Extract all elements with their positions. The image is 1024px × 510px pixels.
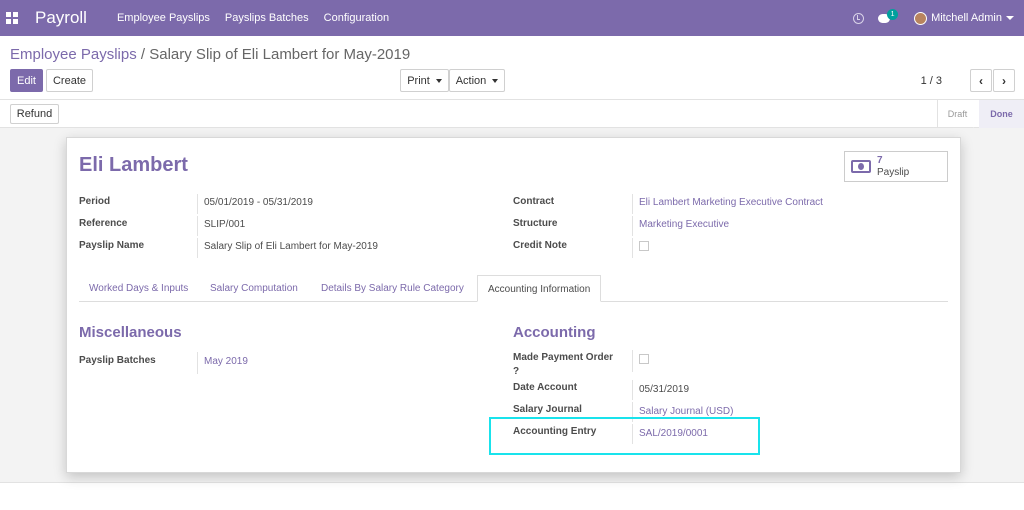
credit-note-field <box>632 238 649 258</box>
payslip-batches-value[interactable]: May 2019 <box>197 352 248 374</box>
payslip-name-label: Payslip Name <box>79 240 145 251</box>
menu-configuration[interactable]: Configuration <box>324 12 389 24</box>
salary-journal-label: Salary Journal <box>513 404 582 415</box>
action-button[interactable]: Action <box>449 69 505 92</box>
avatar[interactable] <box>914 11 928 25</box>
contract-label: Contract <box>513 196 555 207</box>
payslip-count: 7 <box>877 154 883 166</box>
made-payment-order-checkbox[interactable] <box>639 354 649 364</box>
tab-accounting-information[interactable]: Accounting Information <box>477 275 602 302</box>
reference-label: Reference <box>79 218 128 229</box>
chevron-down-icon[interactable] <box>1006 16 1014 20</box>
accounting-entry-highlight <box>489 417 760 455</box>
breadcrumb: Employee Payslips / Salary Slip of Eli L… <box>10 46 410 63</box>
breadcrumb-separator: / <box>140 46 146 63</box>
create-button[interactable]: Create <box>46 69 93 92</box>
pager-value[interactable]: 1 / 3 <box>921 75 942 87</box>
period-label: Period <box>79 196 111 207</box>
chevron-down-icon <box>492 78 499 83</box>
payslip-name-value[interactable]: Salary Slip of Eli Lambert for May-2019 <box>197 238 378 258</box>
structure-label: Structure <box>513 218 558 229</box>
contract-value[interactable]: Eli Lambert Marketing Executive Contract <box>632 194 823 214</box>
control-panel: Employee Payslips / Salary Slip of Eli L… <box>0 36 1024 100</box>
footer-area <box>0 482 1024 510</box>
stage-draft[interactable]: Draft <box>937 100 977 128</box>
app-brand[interactable]: Payroll <box>35 8 87 28</box>
date-account-label: Date Account <box>513 382 578 393</box>
date-account-value[interactable]: 05/31/2019 <box>632 380 689 400</box>
breadcrumb-current: Salary Slip of Eli Lambert for May-2019 <box>149 46 411 63</box>
chevron-down-icon <box>435 78 442 83</box>
top-navbar: Payroll Employee Payslips Payslips Batch… <box>0 0 1024 36</box>
print-label: Print <box>407 74 430 87</box>
tab-details-by-salary-rule-category[interactable]: Details By Salary Rule Category <box>311 275 474 302</box>
breadcrumb-parent[interactable]: Employee Payslips <box>10 46 137 63</box>
chat-icon[interactable]: 1 <box>878 8 899 24</box>
miscellaneous-heading: Miscellaneous <box>79 324 182 341</box>
pager-previous-button[interactable]: ‹ <box>970 69 992 92</box>
payslip-count-label: Payslip <box>877 166 910 178</box>
made-payment-order-label: Made Payment Order <box>513 352 614 363</box>
edit-button[interactable]: Edit <box>10 69 43 92</box>
payslip-batches-label: Payslip Batches <box>79 355 156 366</box>
apps-grid-icon[interactable] <box>6 12 18 24</box>
credit-note-label: Credit Note <box>513 240 567 251</box>
period-value[interactable]: 05/01/2019 - 05/31/2019 <box>197 194 313 214</box>
refund-button[interactable]: Refund <box>10 104 59 124</box>
menu-payslips-batches[interactable]: Payslips Batches <box>225 12 309 24</box>
pager-next-button[interactable]: › <box>993 69 1015 92</box>
chat-count-badge: 1 <box>887 8 899 20</box>
accounting-heading: Accounting <box>513 324 596 341</box>
notebook-tabs: Worked Days & Inputs Salary Computation … <box>79 275 948 302</box>
status-bar: Refund Draft Done <box>0 100 1024 128</box>
credit-note-checkbox[interactable] <box>639 241 649 251</box>
made-payment-order-label-suffix: ? <box>513 366 520 377</box>
reference-value[interactable]: SLIP/001 <box>197 216 245 236</box>
structure-value[interactable]: Marketing Executive <box>632 216 729 236</box>
stage-done[interactable]: Done <box>973 100 1024 128</box>
menu-employee-payslips[interactable]: Employee Payslips <box>117 12 210 24</box>
money-icon <box>851 160 871 173</box>
activity-clock-icon[interactable] <box>853 12 865 24</box>
chevron-right-icon: › <box>1002 73 1006 88</box>
payslip-count-button[interactable]: 7 Payslip <box>844 151 948 182</box>
chevron-left-icon: ‹ <box>979 73 983 88</box>
tab-worked-days-inputs[interactable]: Worked Days & Inputs <box>79 275 198 302</box>
action-label: Action <box>455 74 487 87</box>
print-button[interactable]: Print <box>400 69 449 92</box>
employee-name[interactable]: Eli Lambert <box>79 154 188 177</box>
made-payment-order-field <box>632 350 649 372</box>
user-menu[interactable]: Mitchell Admin <box>931 12 1002 24</box>
tab-salary-computation[interactable]: Salary Computation <box>200 275 308 302</box>
